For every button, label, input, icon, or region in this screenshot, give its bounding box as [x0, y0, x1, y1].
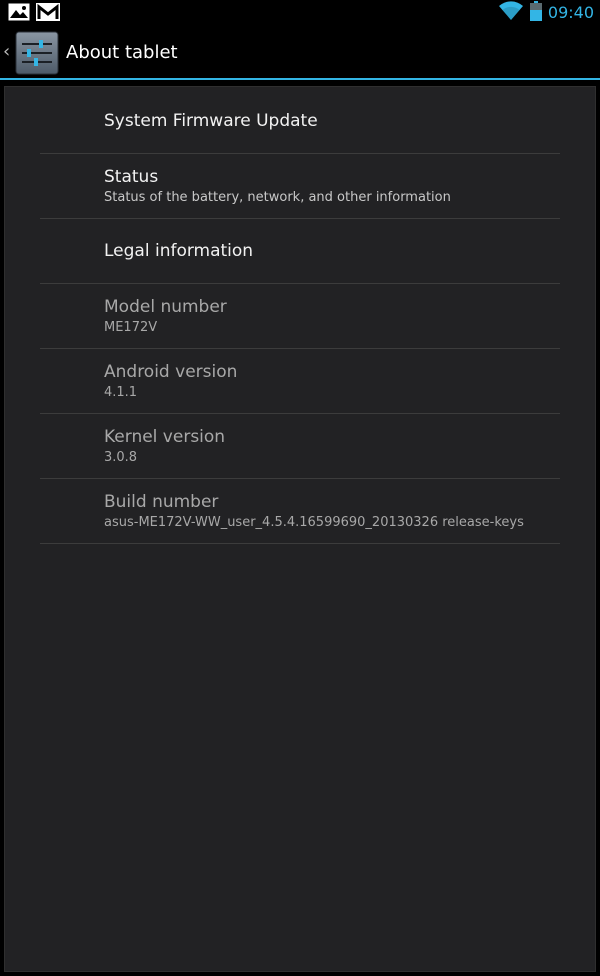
list-item-title: Model number — [104, 297, 227, 317]
list-item-kernel-version: Kernel version 3.0.8 — [40, 414, 560, 479]
list-item-title: Android version — [104, 362, 238, 382]
list-item-legal-information[interactable]: Legal information — [40, 219, 560, 284]
list-item-title: System Firmware Update — [104, 111, 318, 131]
list-item-summary: Status of the battery, network, and othe… — [104, 190, 451, 205]
status-bar: 09:40 — [0, 0, 600, 25]
settings-list: System Firmware Update Status Status of … — [4, 86, 596, 972]
gmail-icon — [36, 3, 60, 25]
settings-icon[interactable] — [15, 31, 59, 75]
gallery-icon — [8, 3, 30, 25]
list-item-summary: 4.1.1 — [104, 385, 138, 400]
list-item-title: Kernel version — [104, 427, 226, 447]
list-item-model-number: Model number ME172V — [40, 284, 560, 349]
list-item-summary: 3.0.8 — [104, 450, 138, 465]
clock: 09:40 — [547, 3, 594, 22]
back-chevron-icon[interactable]: ‹ — [3, 42, 10, 62]
list-item-system-firmware-update[interactable]: System Firmware Update — [40, 87, 560, 154]
page-title: About tablet — [66, 42, 178, 63]
list-item-status[interactable]: Status Status of the battery, network, a… — [40, 154, 560, 219]
wifi-icon — [498, 0, 524, 25]
battery-icon — [529, 0, 542, 25]
list-item-title: Legal information — [104, 241, 254, 261]
list-item-title: Status — [104, 167, 159, 187]
list-item-build-number[interactable]: Build number asus-ME172V-WW_user_4.5.4.1… — [40, 479, 560, 544]
list-item-summary: ME172V — [104, 320, 158, 335]
list-item-title: Build number — [104, 492, 219, 512]
list-item-android-version[interactable]: Android version 4.1.1 — [40, 349, 560, 414]
action-bar-divider — [0, 78, 600, 80]
list-item-summary: asus-ME172V-WW_user_4.5.4.16599690_20130… — [104, 515, 524, 530]
